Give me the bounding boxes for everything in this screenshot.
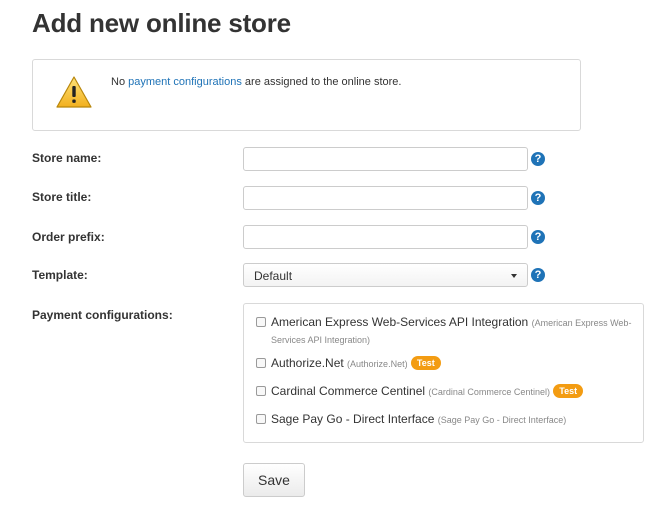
alert-text-suffix: are assigned to the online store.: [241, 76, 402, 88]
payment-checkbox-authorize-net[interactable]: [256, 358, 266, 368]
payment-configurations-label: Payment configurations:: [32, 308, 173, 322]
payment-configurations-link[interactable]: payment configurations: [128, 76, 242, 88]
payment-subtitle: (Sage Pay Go - Direct Interface): [437, 415, 567, 425]
alert-text-prefix: No: [111, 76, 129, 88]
warning-icon: [56, 76, 92, 108]
payment-subtitle: (American Express Web-: [531, 318, 632, 328]
payment-checkbox-cardinal[interactable]: [256, 386, 266, 396]
store-title-label: Store title:: [32, 190, 92, 204]
payment-name: Cardinal Commerce Centinel: [271, 384, 426, 398]
page-title: Add new online store: [32, 8, 291, 38]
payment-checkbox-sage-pay[interactable]: [256, 414, 266, 424]
template-help-icon[interactable]: ?: [531, 268, 545, 282]
order-prefix-input[interactable]: [243, 225, 528, 249]
payment-subtitle: (Cardinal Commerce Centinel): [428, 387, 550, 397]
payment-name: Authorize.Net: [271, 356, 344, 370]
payment-option-cardinal[interactable]: Cardinal Commerce Centinel (Cardinal Com…: [256, 383, 584, 400]
store-title-help-icon[interactable]: ?: [531, 191, 545, 205]
template-selected-value: Default: [254, 269, 293, 283]
test-badge: Test: [553, 384, 584, 398]
no-payment-alert: No payment configurations are assigned t…: [32, 59, 581, 131]
payment-option-amex[interactable]: American Express Web-Services API Integr…: [256, 314, 631, 348]
alert-message: No payment configurations are assigned t…: [111, 76, 401, 88]
save-button[interactable]: Save: [243, 463, 305, 497]
payment-option-sage-pay[interactable]: Sage Pay Go - Direct Interface (Sage Pay…: [256, 411, 566, 428]
template-select[interactable]: Default: [243, 263, 528, 287]
store-title-input[interactable]: [243, 186, 528, 210]
payment-configurations-list: American Express Web-Services API Integr…: [243, 303, 644, 443]
payment-subtitle: (Authorize.Net): [347, 359, 408, 369]
payment-name: American Express Web-Services API Integr…: [271, 315, 529, 329]
test-badge: Test: [410, 356, 441, 370]
store-name-input[interactable]: [243, 147, 528, 171]
template-label: Template:: [32, 268, 88, 282]
payment-checkbox-amex[interactable]: [256, 317, 266, 327]
payment-name: Sage Pay Go - Direct Interface: [271, 412, 435, 426]
store-name-help-icon[interactable]: ?: [531, 152, 545, 166]
order-prefix-help-icon[interactable]: ?: [531, 230, 545, 244]
order-prefix-label: Order prefix:: [32, 230, 105, 244]
payment-subtitle-cont: Services API Integration): [271, 335, 371, 345]
store-name-label: Store name:: [32, 151, 102, 165]
payment-option-authorize-net[interactable]: Authorize.Net (Authorize.Net) Test: [256, 355, 441, 372]
chevron-down-icon: [511, 274, 517, 278]
